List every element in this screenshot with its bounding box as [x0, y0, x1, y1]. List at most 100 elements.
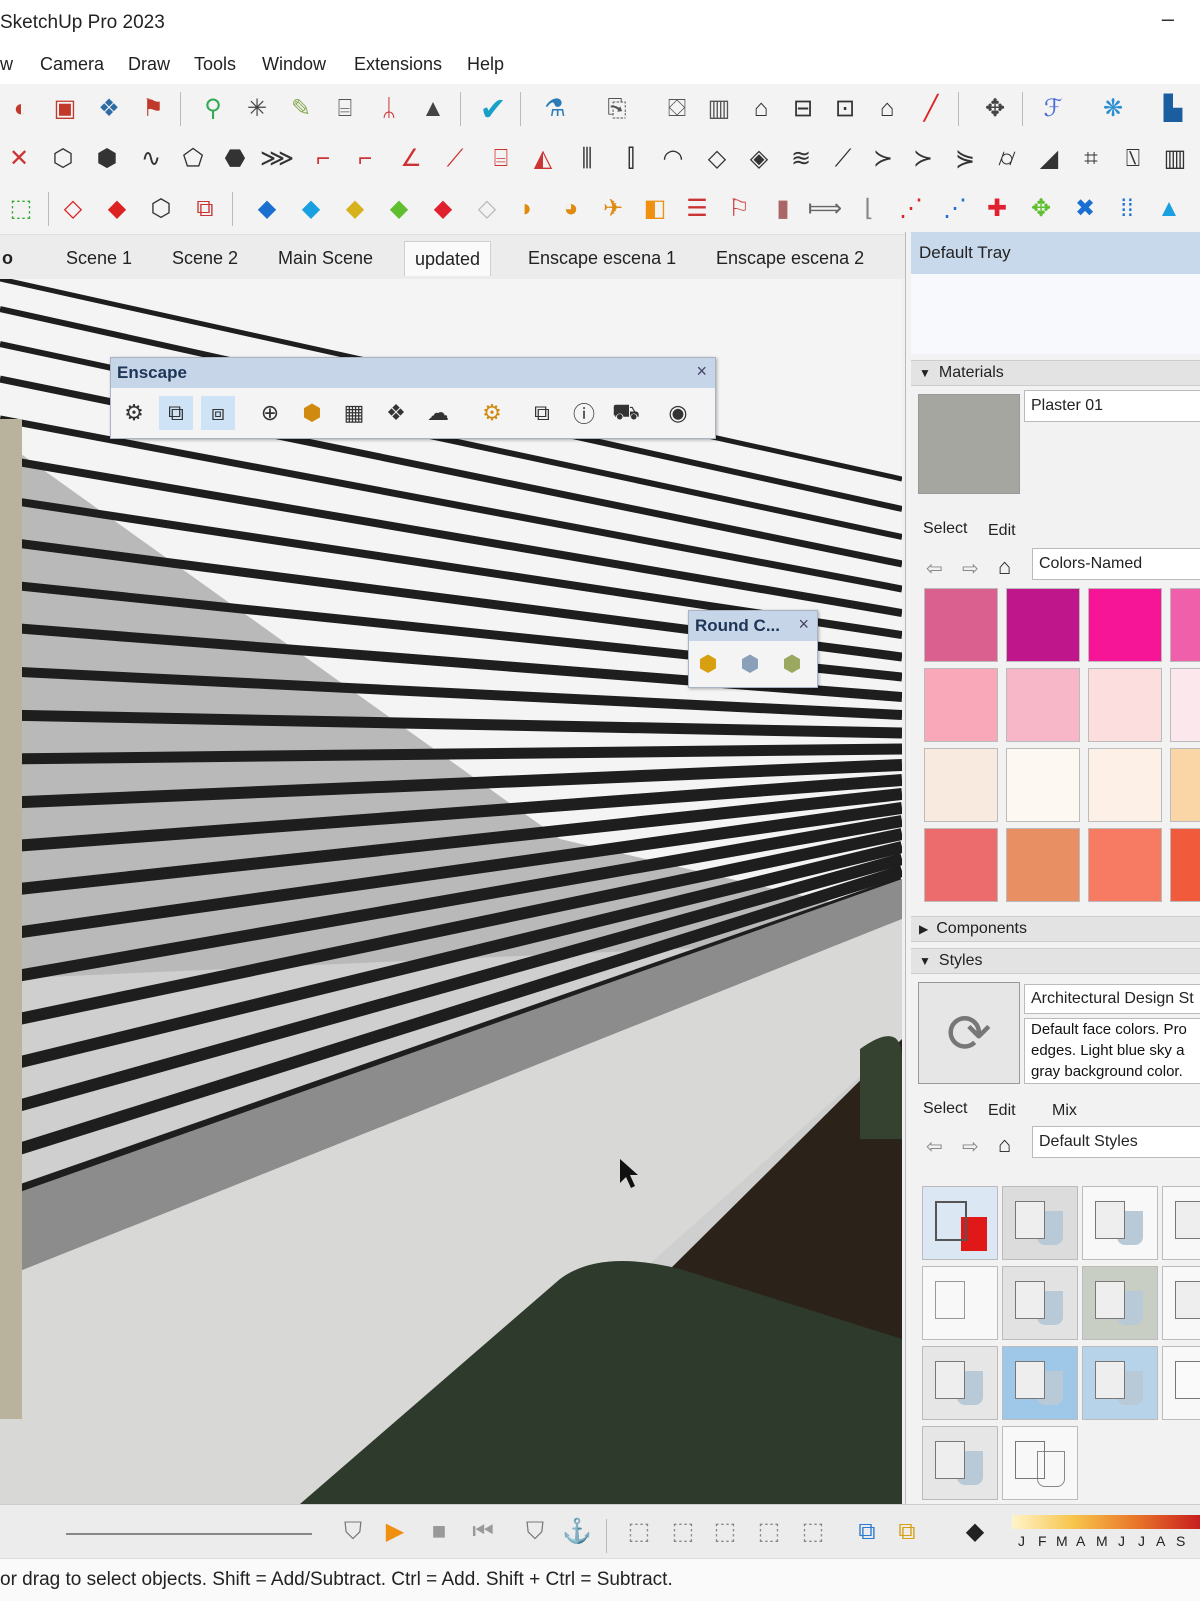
view2-icon[interactable]: ⬚ [666, 1515, 700, 1549]
menu-view[interactable]: w [0, 54, 13, 75]
make-group-icon[interactable]: ⧉ [188, 192, 222, 226]
scene-tab-1[interactable]: Scene 1 [56, 241, 142, 275]
paint-icon[interactable]: ⚑ [136, 92, 170, 126]
close-icon[interactable]: × [798, 614, 809, 635]
style-thumbnail[interactable] [1162, 1186, 1200, 1260]
tape-icon[interactable]: ✎ [284, 92, 318, 126]
dimension-icon[interactable]: ⌸ [328, 92, 362, 126]
rotate-icon[interactable]: ⟋ [826, 142, 860, 176]
anchor-icon[interactable]: ⚓ [560, 1515, 594, 1549]
render-settings-icon[interactable]: ❖ [379, 396, 413, 430]
home-icon[interactable]: ⌂ [998, 554, 1011, 580]
arc-tool-icon[interactable]: ◗ [510, 192, 544, 226]
material-name-field[interactable]: Plaster 01 [1024, 390, 1200, 422]
material-preview[interactable] [918, 394, 1020, 494]
move-icon[interactable]: ⋟ [948, 142, 982, 176]
swatch[interactable] [1170, 828, 1200, 902]
side-icon[interactable]: ⌂ [870, 92, 904, 126]
layout-icon[interactable]: ▙ [1156, 92, 1190, 126]
stop-icon[interactable]: ■ [422, 1515, 456, 1549]
position-icon[interactable]: ▥ [1158, 142, 1192, 176]
rotated-rect-icon[interactable]: ✈ [596, 192, 630, 226]
style-thumbnail[interactable] [1082, 1266, 1158, 1340]
3d-text-icon[interactable]: ⬚ [4, 192, 38, 226]
swatch[interactable] [1006, 668, 1080, 742]
materials-icon[interactable]: ❖ [92, 92, 126, 126]
style-thumbnail[interactable] [922, 1426, 998, 1500]
swatch[interactable] [1006, 828, 1080, 902]
view1-icon[interactable]: ⬚ [622, 1515, 656, 1549]
materials-library-dropdown[interactable]: Colors-Named [1032, 548, 1200, 580]
swatch[interactable] [1170, 748, 1200, 822]
freehand-tool-icon[interactable]: ▮ [766, 192, 800, 226]
swatch[interactable] [1088, 588, 1162, 662]
style-thumbnail[interactable] [1002, 1186, 1078, 1260]
freehand-icon[interactable]: ⟋ [438, 142, 472, 176]
polyline-icon[interactable]: ⋰ [938, 192, 972, 226]
from-contours-icon[interactable]: ⌐ [306, 142, 340, 176]
drape-icon[interactable]: ⫼ [570, 142, 604, 176]
components-section-header[interactable]: ▶ Components [911, 916, 1200, 942]
swatch[interactable] [1088, 668, 1162, 742]
view6-icon[interactable]: ⧉ [850, 1515, 884, 1549]
move-red-icon[interactable]: ✚ [980, 192, 1014, 226]
paint-green-icon[interactable]: ◆ [382, 192, 416, 226]
axes-icon[interactable]: ✳ [240, 92, 274, 126]
paint-cyan-icon[interactable]: ◆ [294, 192, 328, 226]
back-arrow-icon[interactable]: ⇦ [926, 556, 943, 581]
box-icon[interactable]: ⬣ [218, 142, 252, 176]
tag-icon[interactable]: ⟾ [808, 192, 842, 226]
swatch[interactable] [1088, 748, 1162, 822]
check-icon[interactable]: ✔ [476, 92, 510, 126]
walk-icon[interactable]: ⌗ [1074, 142, 1108, 176]
swatch[interactable] [924, 668, 998, 742]
prev-icon[interactable]: ⏮ [466, 1515, 500, 1549]
window-icon[interactable]: ⧉ [525, 396, 559, 430]
stamp-icon[interactable]: ◭ [526, 142, 560, 176]
style-thumbnail[interactable] [1082, 1186, 1158, 1260]
rotate-blue-icon[interactable]: ✖ [1068, 192, 1102, 226]
style-thumbnail[interactable] [1082, 1346, 1158, 1420]
menu-camera[interactable]: Camera [40, 54, 104, 75]
start-enscape-icon[interactable]: ⚙ [117, 396, 151, 430]
circle-icon[interactable]: ◧ [638, 192, 672, 226]
intersect-icon[interactable]: ✕ [2, 142, 36, 176]
cone-icon[interactable]: ▲ [1152, 192, 1186, 226]
rect-icon[interactable]: ⚐ [722, 192, 756, 226]
shadow-time-bar[interactable] [1012, 1515, 1200, 1529]
view5-icon[interactable]: ⬚ [796, 1515, 830, 1549]
shadow-icon[interactable]: ◆ [958, 1515, 992, 1549]
menu-draw[interactable]: Draw [128, 54, 170, 75]
look-icon[interactable]: ⍂ [1116, 142, 1150, 176]
menu-extensions[interactable]: Extensions [354, 54, 442, 75]
front-icon[interactable]: ⌂ [744, 92, 778, 126]
sync-updates-icon[interactable]: ⧉ [159, 396, 193, 430]
section-icon[interactable]: ⌭ [990, 142, 1024, 176]
pie-icon[interactable]: ◕ [554, 192, 588, 226]
menu-help[interactable]: Help [467, 54, 504, 75]
follow-icon[interactable]: ⚲ [196, 92, 230, 126]
menu-window[interactable]: Window [262, 54, 326, 75]
camera-icon[interactable]: ⛋ [660, 92, 694, 126]
orbit-icon[interactable]: ✥ [978, 92, 1012, 126]
protractor-icon[interactable]: ▲ [416, 92, 450, 126]
styles-library-dropdown[interactable]: Default Styles [1032, 1126, 1200, 1158]
settings-icon[interactable]: ⚙ [475, 396, 509, 430]
view7-icon[interactable]: ⧉ [890, 1515, 924, 1549]
scale-icon[interactable]: ≻ [866, 142, 900, 176]
section-fill-icon[interactable]: ◢ [1032, 142, 1066, 176]
swatch[interactable] [1006, 588, 1080, 662]
back-icon[interactable]: ⊡ [828, 92, 862, 126]
styles-edit-tab[interactable]: Edit [988, 1102, 1016, 1120]
style-name-field[interactable]: Architectural Design St [1024, 984, 1200, 1014]
points-icon[interactable]: ⋰ [894, 192, 928, 226]
tray-title[interactable]: Default Tray [911, 232, 1200, 274]
swatch[interactable] [1088, 828, 1162, 902]
line-icon[interactable]: ⌐ [348, 142, 382, 176]
move-green-icon[interactable]: ✥ [1024, 192, 1058, 226]
add-detail-icon[interactable]: ◠ [656, 142, 690, 176]
menu-tools[interactable]: Tools [194, 54, 236, 75]
sharp-corner-icon[interactable]: ⬢ [733, 647, 767, 681]
view4-icon[interactable]: ⬚ [752, 1515, 786, 1549]
paint-blue-icon[interactable]: ◆ [250, 192, 284, 226]
